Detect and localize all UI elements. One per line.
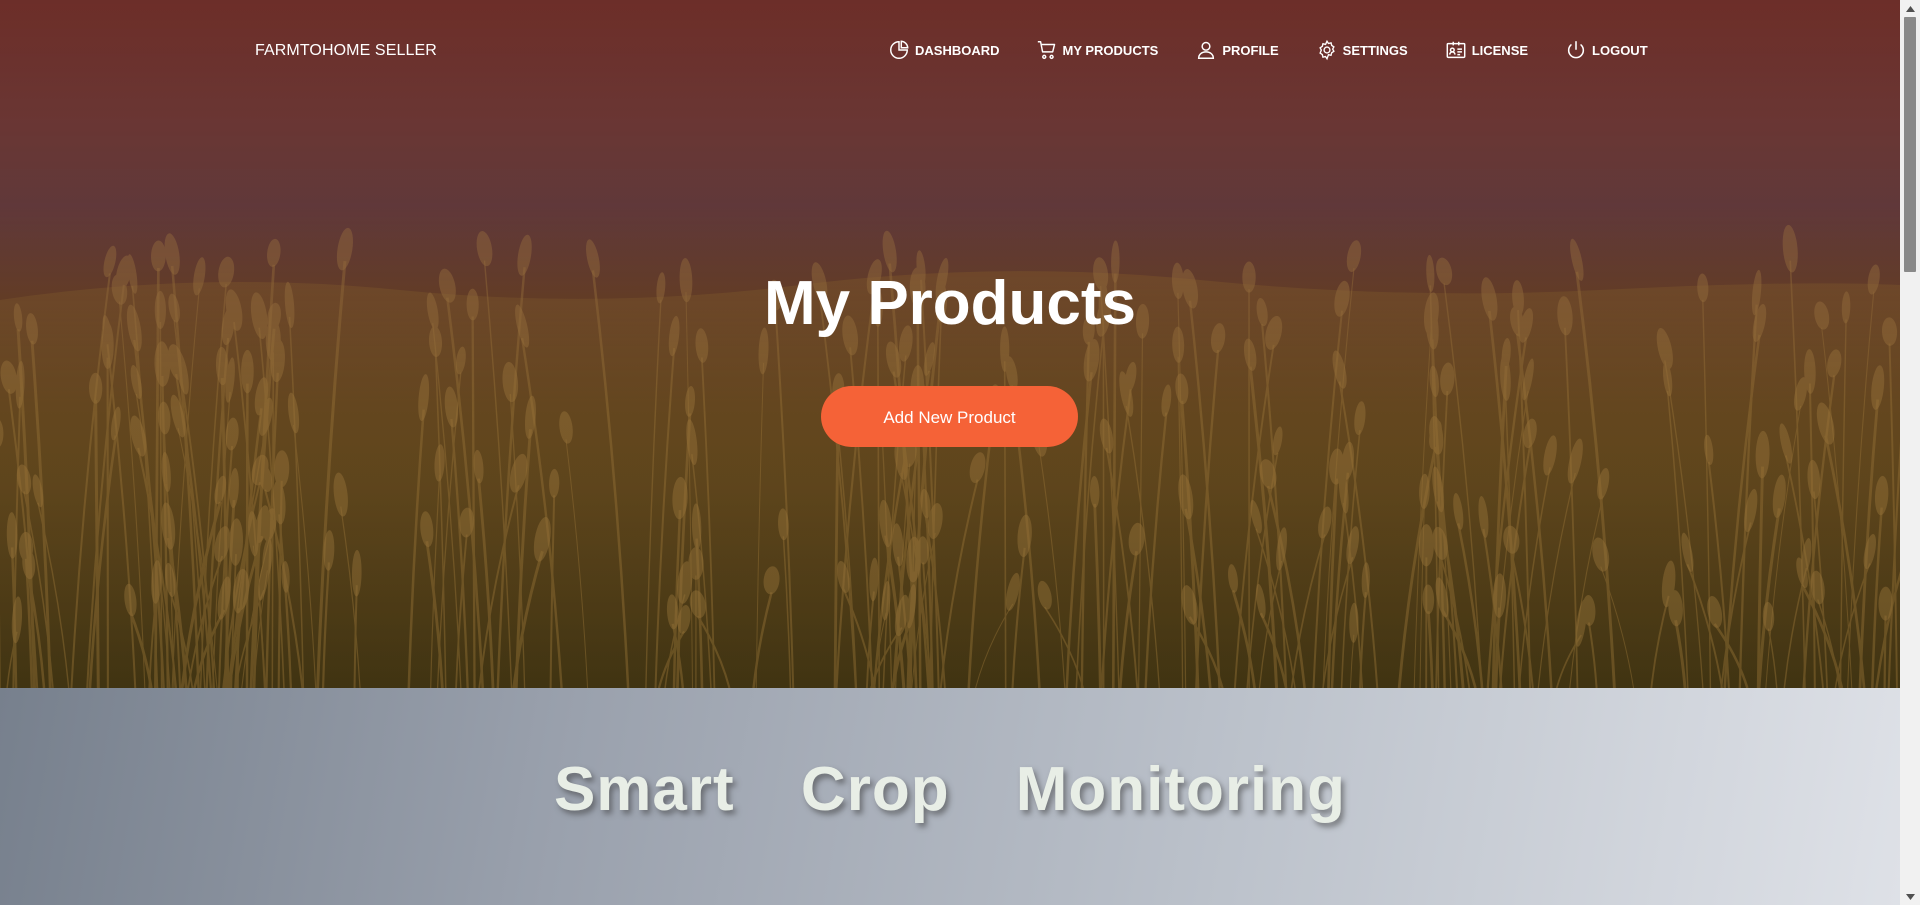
section-heading: Smart Crop Monitoring [553,755,1347,824]
user-icon [1195,39,1217,61]
power-icon [1565,39,1587,61]
nav-item-label: PROFILE [1222,42,1279,58]
nav-item-profile[interactable]: PROFILE [1195,38,1279,62]
nav-item-label: LOGOUT [1592,42,1648,58]
add-new-product-button[interactable]: Add New Product [821,386,1078,447]
page: FARMTOHOME SELLER DASHBOARD MY PRODUCTS [0,0,1900,905]
scroll-up-arrow-icon[interactable] [1900,0,1920,17]
nav-item-label: LICENSE [1471,42,1529,58]
nav-item-settings[interactable]: SETTINGS [1316,38,1408,62]
gear-icon [1316,39,1338,61]
id-card-icon [1445,39,1467,61]
smart-crop-monitoring-section: Smart Crop Monitoring [0,688,1900,905]
hero-banner: FARMTOHOME SELLER DASHBOARD MY PRODUCTS [0,0,1900,688]
brand-logo-text[interactable]: FARMTOHOME SELLER [255,41,437,61]
vertical-scrollbar[interactable] [1900,0,1920,905]
nav-menu: DASHBOARD MY PRODUCTS PROFILE SETTINGS L… [888,38,1648,62]
nav-item-dashboard[interactable]: DASHBOARD [888,38,1000,62]
nav-item-license[interactable]: LICENSE [1445,38,1528,62]
top-navbar: FARMTOHOME SELLER DASHBOARD MY PRODUCTS [0,0,1900,100]
page-title: My Products [763,269,1137,338]
nav-item-label: DASHBOARD [915,42,1000,58]
nav-item-my-products[interactable]: MY PRODUCTS [1036,38,1159,62]
hero-overlay [0,0,1900,688]
pie-chart-icon [888,39,910,61]
scrollbar-thumb[interactable] [1904,17,1916,272]
nav-item-label: MY PRODUCTS [1062,42,1159,58]
nav-item-label: SETTINGS [1342,42,1408,58]
nav-item-logout[interactable]: LOGOUT [1565,38,1648,62]
scroll-down-arrow-icon[interactable] [1900,888,1920,905]
cart-icon [1036,39,1058,61]
